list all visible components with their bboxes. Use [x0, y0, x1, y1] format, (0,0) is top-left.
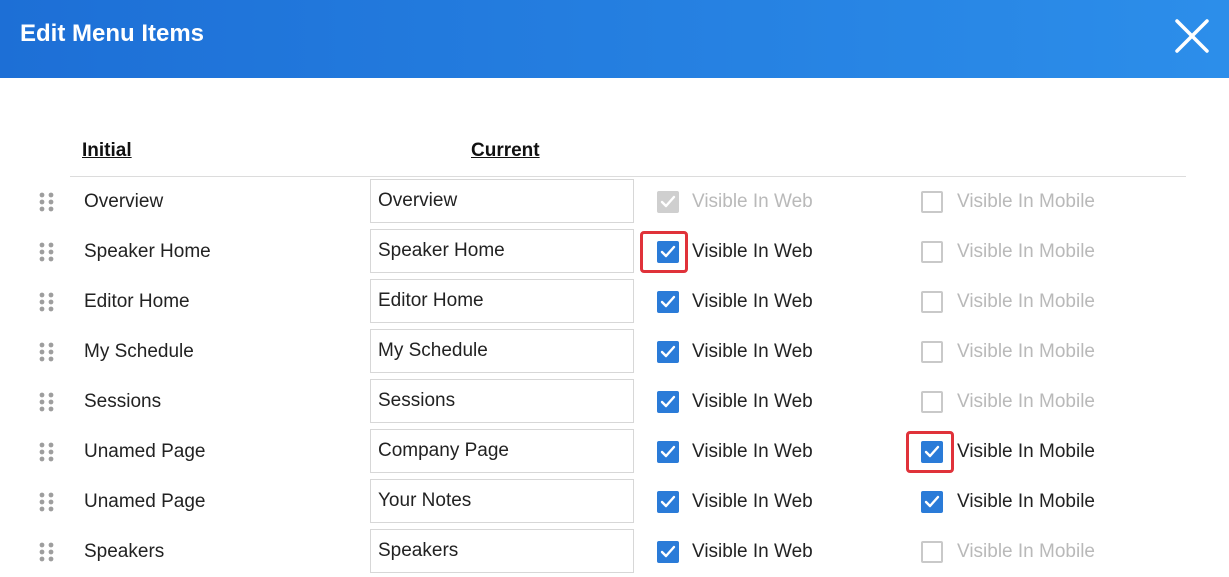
drag-handle-icon[interactable] [39, 191, 55, 213]
drag-handle-icon[interactable] [39, 391, 55, 413]
menu-item-row: Overview Visible In Web Visible In Mobile [0, 177, 1229, 227]
menu-item-row: Speakers Visible In Web Visible In Mobile [0, 527, 1229, 577]
current-name-input[interactable] [371, 230, 633, 272]
visible-in-web-checkbox[interactable] [657, 291, 679, 313]
visible-in-mobile-checkbox[interactable] [921, 541, 943, 563]
visible-in-web-label: Visible In Web [692, 191, 813, 212]
visible-in-mobile-checkbox[interactable] [921, 241, 943, 263]
menu-item-row: Unamed Page Visible In Web Visible In Mobi… [0, 477, 1229, 527]
visible-in-mobile-label: Visible In Mobile [957, 291, 1096, 312]
current-name-field[interactable] [370, 479, 634, 523]
visible-in-web-checkbox[interactable] [657, 391, 679, 413]
current-name-input[interactable] [371, 180, 633, 222]
visible-in-web-checkbox[interactable] [657, 441, 679, 463]
visible-in-mobile-label: Visible In Mobile [957, 491, 1096, 512]
visible-in-mobile-label: Visible In Mobile [957, 241, 1096, 262]
visible-in-mobile-checkbox[interactable] [921, 341, 943, 363]
dialog-title: Edit Menu Items [20, 20, 205, 47]
initial-name: Unamed Page [84, 441, 206, 462]
current-name-field[interactable] [370, 179, 634, 223]
menu-item-row: Speaker Home Visible In Web Visible In Mob… [0, 227, 1229, 277]
visible-in-mobile-label: Visible In Mobile [957, 391, 1096, 412]
menu-item-row: Unamed Page Visible In Web Visible In Mobi… [0, 427, 1229, 477]
current-name-input[interactable] [371, 480, 633, 522]
visible-in-mobile-checkbox[interactable] [921, 391, 943, 413]
drag-handle-icon[interactable] [39, 441, 55, 463]
current-name-field[interactable] [370, 379, 634, 423]
initial-name: Speaker Home [84, 241, 211, 262]
current-name-field[interactable] [370, 429, 634, 473]
column-header-initial: Initial [82, 140, 132, 161]
column-header-current: Current [471, 140, 540, 161]
drag-handle-icon[interactable] [39, 341, 55, 363]
visible-in-web-label: Visible In Web [692, 291, 813, 312]
visible-in-web-checkbox[interactable] [657, 341, 679, 363]
drag-handle-icon[interactable] [39, 541, 55, 563]
visible-in-mobile-checkbox[interactable] [921, 441, 943, 463]
visible-in-mobile-label: Visible In Mobile [957, 541, 1096, 562]
drag-handle-icon[interactable] [39, 241, 55, 263]
current-name-field[interactable] [370, 279, 634, 323]
visible-in-web-label: Visible In Web [692, 241, 813, 262]
visible-in-web-label: Visible In Web [692, 541, 813, 562]
visible-in-web-label: Visible In Web [692, 391, 813, 412]
drag-handle-icon[interactable] [39, 491, 55, 513]
visible-in-mobile-label: Visible In Mobile [957, 191, 1096, 212]
visible-in-web-label: Visible In Web [692, 491, 813, 512]
visible-in-mobile-label: Visible In Mobile [957, 441, 1096, 462]
dialog-header: Edit Menu Items [0, 0, 1229, 78]
menu-item-row: Editor Home Visible In Web Visible In Mobi… [0, 277, 1229, 327]
visible-in-mobile-checkbox[interactable] [921, 191, 943, 213]
current-name-field[interactable] [370, 329, 634, 373]
current-name-input[interactable] [371, 430, 633, 472]
visible-in-web-checkbox[interactable] [657, 541, 679, 563]
initial-name: Unamed Page [84, 491, 206, 512]
current-name-input[interactable] [371, 280, 633, 322]
menu-item-row: My Schedule Visible In Web Visible In Mobi… [0, 327, 1229, 377]
visible-in-web-checkbox[interactable] [657, 241, 679, 263]
current-name-input[interactable] [371, 530, 633, 572]
initial-name: Editor Home [84, 291, 190, 312]
current-name-field[interactable] [370, 529, 634, 573]
menu-item-row: Sessions Visible In Web Visible In Mobile [0, 377, 1229, 427]
current-name-field[interactable] [370, 229, 634, 273]
visible-in-web-label: Visible In Web [692, 341, 813, 362]
visible-in-web-checkbox[interactable] [657, 491, 679, 513]
current-name-input[interactable] [371, 330, 633, 372]
initial-name: Overview [84, 191, 164, 212]
initial-name: My Schedule [84, 341, 194, 362]
initial-name: Speakers [84, 541, 165, 562]
close-icon[interactable] [1172, 16, 1212, 56]
visible-in-web-checkbox [657, 191, 679, 213]
initial-name: Sessions [84, 391, 162, 412]
visible-in-mobile-label: Visible In Mobile [957, 341, 1096, 362]
visible-in-mobile-checkbox[interactable] [921, 491, 943, 513]
current-name-input[interactable] [371, 380, 633, 422]
drag-handle-icon[interactable] [39, 291, 55, 313]
visible-in-web-label: Visible In Web [692, 441, 813, 462]
visible-in-mobile-checkbox[interactable] [921, 291, 943, 313]
